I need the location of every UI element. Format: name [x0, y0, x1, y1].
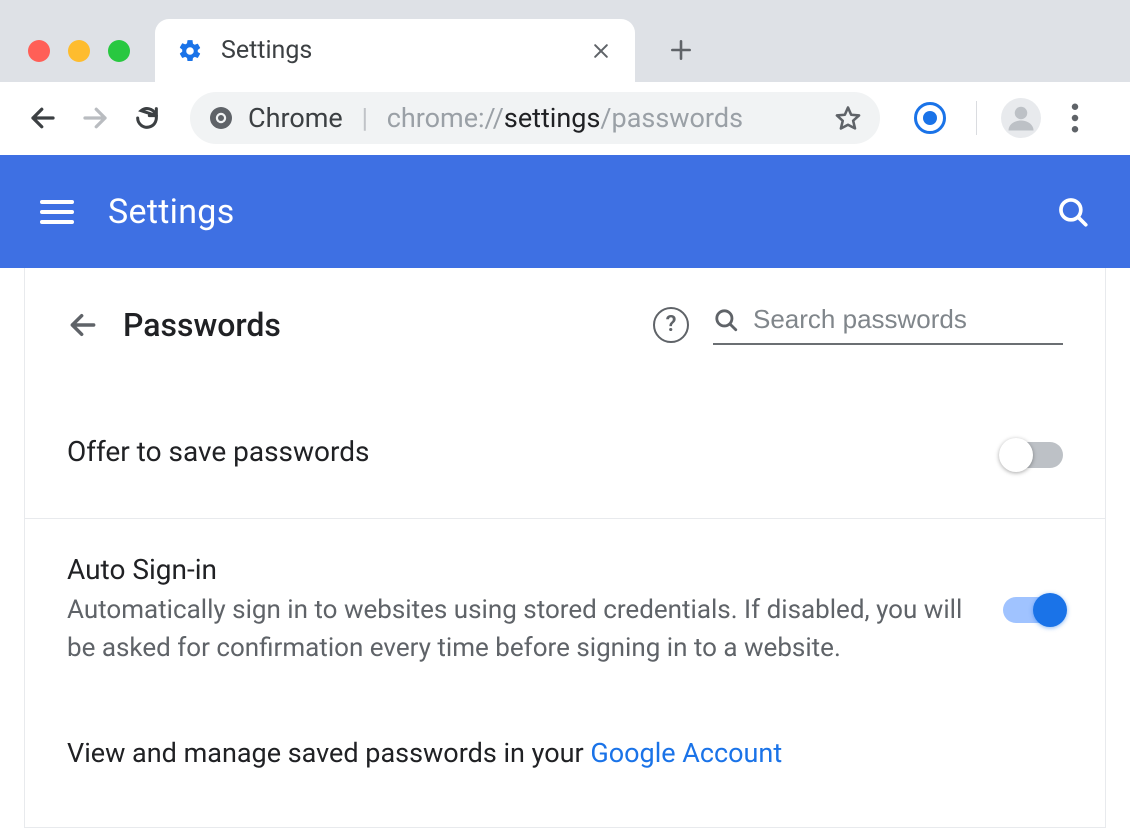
onepassword-extension-icon[interactable]	[914, 102, 946, 134]
toolbar-divider	[976, 101, 977, 135]
setting-offer-save-passwords: Offer to save passwords	[25, 375, 1105, 518]
passwords-card: Passwords ? Offer to save passwords Auto…	[24, 268, 1106, 828]
gear-icon	[177, 38, 203, 64]
profile-avatar-button[interactable]	[1001, 98, 1041, 138]
google-account-link[interactable]: Google Account	[590, 737, 782, 769]
omnibox-label-chrome: Chrome	[248, 102, 343, 134]
bookmark-star-icon[interactable]	[834, 104, 862, 132]
card-header: Passwords ?	[25, 268, 1105, 375]
address-bar[interactable]: Chrome | chrome://settings/passwords	[190, 92, 880, 144]
settings-app-bar: Settings	[0, 155, 1130, 268]
nav-back-button[interactable]	[22, 97, 64, 139]
setting-description: Automatically sign in to websites using …	[67, 592, 967, 667]
setting-title: Offer to save passwords	[67, 435, 973, 468]
tab-title: Settings	[221, 36, 589, 65]
help-button[interactable]: ?	[653, 307, 689, 343]
browser-menu-button[interactable]	[1057, 100, 1093, 136]
offer-save-passwords-toggle[interactable]	[1003, 442, 1063, 468]
url-host: settings	[504, 102, 601, 134]
settings-page: Passwords ? Offer to save passwords Auto…	[0, 268, 1130, 828]
menu-button[interactable]	[40, 192, 80, 232]
browser-tab-settings[interactable]: Settings	[155, 19, 635, 82]
nav-forward-button[interactable]	[74, 97, 116, 139]
window-titlebar: Settings	[0, 0, 1130, 82]
address-bar-text: Chrome | chrome://settings/passwords	[248, 102, 824, 134]
chrome-icon	[208, 105, 234, 131]
nav-reload-button[interactable]	[126, 97, 168, 139]
tab-strip: Settings	[155, 12, 705, 82]
setting-title: Auto Sign-in	[67, 553, 973, 586]
settings-app-title: Settings	[108, 192, 1056, 232]
password-search-input[interactable]	[753, 304, 1063, 335]
setting-auto-signin: Auto Sign-in Automatically sign in to we…	[25, 518, 1105, 701]
url-scheme: chrome://	[387, 102, 504, 134]
footer-text: View and manage saved passwords in your	[67, 737, 590, 769]
window-close-button[interactable]	[28, 40, 50, 62]
setting-text: Offer to save passwords	[67, 435, 973, 474]
traffic-lights	[28, 40, 130, 62]
page-title: Passwords	[123, 306, 629, 344]
password-search[interactable]	[713, 304, 1063, 345]
browser-toolbar: Chrome | chrome://settings/passwords	[0, 82, 1130, 155]
settings-search-button[interactable]	[1056, 195, 1090, 229]
back-button[interactable]	[67, 309, 99, 341]
window-minimize-button[interactable]	[68, 40, 90, 62]
search-icon	[713, 307, 739, 333]
setting-text: Auto Sign-in Automatically sign in to we…	[67, 553, 973, 667]
auto-signin-toggle[interactable]	[1003, 597, 1063, 623]
url-path: /passwords	[600, 102, 743, 134]
window-maximize-button[interactable]	[108, 40, 130, 62]
new-tab-button[interactable]	[657, 26, 705, 74]
tab-close-button[interactable]	[589, 39, 613, 63]
google-account-link-row: View and manage saved passwords in your …	[25, 701, 1105, 799]
